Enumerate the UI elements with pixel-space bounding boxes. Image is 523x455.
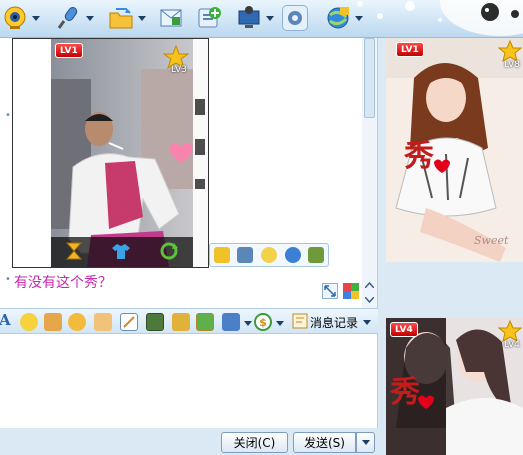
send-options-button[interactable]	[356, 432, 375, 453]
send-button[interactable]: 发送(S)	[293, 432, 356, 453]
voice-message-icon[interactable]	[94, 313, 112, 331]
image-margin	[193, 39, 208, 267]
add-favorite-icon[interactable]	[213, 247, 230, 263]
screenshot-icon[interactable]	[222, 313, 240, 331]
voice-call-button[interactable]	[56, 4, 94, 32]
chat-history-panel[interactable]: • LV1 LV3 • 有没有这个秀？	[0, 38, 378, 308]
message-history-button[interactable]: 消息记录	[292, 312, 372, 332]
chevron-down-icon[interactable]	[276, 321, 284, 326]
level-label: LV4	[504, 340, 520, 350]
message-bullet: •	[5, 274, 11, 285]
vip-badge-text: LV4	[395, 324, 413, 335]
toolbar-decoration	[300, 0, 523, 38]
chevron-down-icon	[266, 15, 274, 21]
font-button[interactable]: A	[0, 311, 11, 329]
chat-message-text: 有没有这个秀？	[14, 275, 112, 291]
vip-badge-text: LV1	[60, 45, 78, 56]
vip-badge: LV4	[390, 322, 418, 337]
microphone-icon	[56, 5, 82, 31]
payment-icon[interactable]: $	[254, 313, 272, 331]
show-photo: LV1 LV3	[51, 39, 193, 267]
scroll-down-icon[interactable]	[362, 293, 377, 306]
chevron-down-icon	[361, 440, 370, 445]
svg-text:秀: 秀	[403, 139, 434, 174]
chevron-down-icon	[32, 15, 40, 21]
send-image-icon[interactable]	[146, 313, 164, 331]
magic-face-icon[interactable]	[44, 313, 62, 331]
my-show-image[interactable]: 秀 LV4 LV4	[386, 318, 523, 455]
show-panel: 秀 LV1 LV8 Sweet 秀 LV4 LV4	[378, 38, 523, 455]
color-palette-icon[interactable]	[343, 283, 359, 299]
shake-window-icon[interactable]	[68, 313, 86, 331]
music-icon[interactable]	[172, 313, 190, 331]
add-group-icon	[196, 5, 222, 31]
chevron-down-icon	[363, 319, 372, 325]
chat-scrollbar[interactable]	[362, 38, 377, 308]
friend-show-image[interactable]: 秀 LV1 LV8 Sweet	[386, 38, 523, 262]
svg-text:秀: 秀	[389, 375, 420, 410]
refresh-icon[interactable]	[159, 242, 179, 263]
close-button[interactable]: 关闭(C)	[221, 432, 288, 453]
signature-text: Sweet	[474, 234, 509, 247]
envelope-icon	[158, 5, 184, 31]
vip-badge-text: LV1	[401, 44, 419, 55]
level-label: LV8	[504, 60, 520, 70]
show-actions-bar	[51, 237, 193, 267]
chevron-down-icon[interactable]	[244, 321, 252, 326]
message-bullet: •	[5, 110, 11, 121]
send-sms-button[interactable]	[158, 4, 184, 32]
bottom-action-bar: 关闭(C) 发送(S)	[0, 428, 382, 455]
draw-icon[interactable]	[120, 313, 138, 331]
image-icon[interactable]	[308, 247, 325, 263]
webcam-icon	[2, 5, 28, 31]
message-input[interactable]	[0, 334, 378, 428]
chevron-down-icon	[138, 15, 146, 21]
vip-badge: LV1	[55, 43, 83, 58]
send-button-label: 发送(S)	[304, 436, 345, 450]
gift-icon[interactable]	[196, 313, 214, 331]
scroll-up-icon[interactable]	[362, 278, 377, 291]
emoji-icon[interactable]	[20, 313, 38, 331]
create-group-button[interactable]	[196, 4, 222, 32]
expand-icon[interactable]	[322, 283, 338, 299]
message-show-image[interactable]: LV1 LV3	[12, 38, 209, 268]
save-icon[interactable]	[237, 247, 254, 263]
format-toolbar: A $ 消息记录	[0, 308, 378, 334]
search-icon[interactable]	[284, 247, 301, 263]
image-hover-toolbar	[209, 243, 329, 267]
monitor-user-icon	[236, 5, 262, 31]
video-call-button[interactable]	[2, 4, 40, 32]
emoji-icon[interactable]	[260, 247, 277, 263]
transfer-file-button[interactable]	[108, 4, 146, 32]
history-label: 消息记录	[310, 315, 359, 330]
chevron-down-icon	[86, 15, 94, 21]
scrollbar-thumb[interactable]	[364, 38, 375, 118]
vip-badge: LV1	[396, 42, 424, 57]
remote-assist-button[interactable]	[236, 4, 274, 32]
main-toolbar	[0, 0, 523, 38]
shirt-icon[interactable]	[111, 242, 131, 263]
history-icon	[292, 313, 308, 332]
close-button-label: 关闭(C)	[233, 436, 276, 450]
folder-icon	[108, 5, 134, 31]
hourglass-icon[interactable]	[65, 241, 83, 264]
level-label: LV3	[171, 65, 187, 75]
